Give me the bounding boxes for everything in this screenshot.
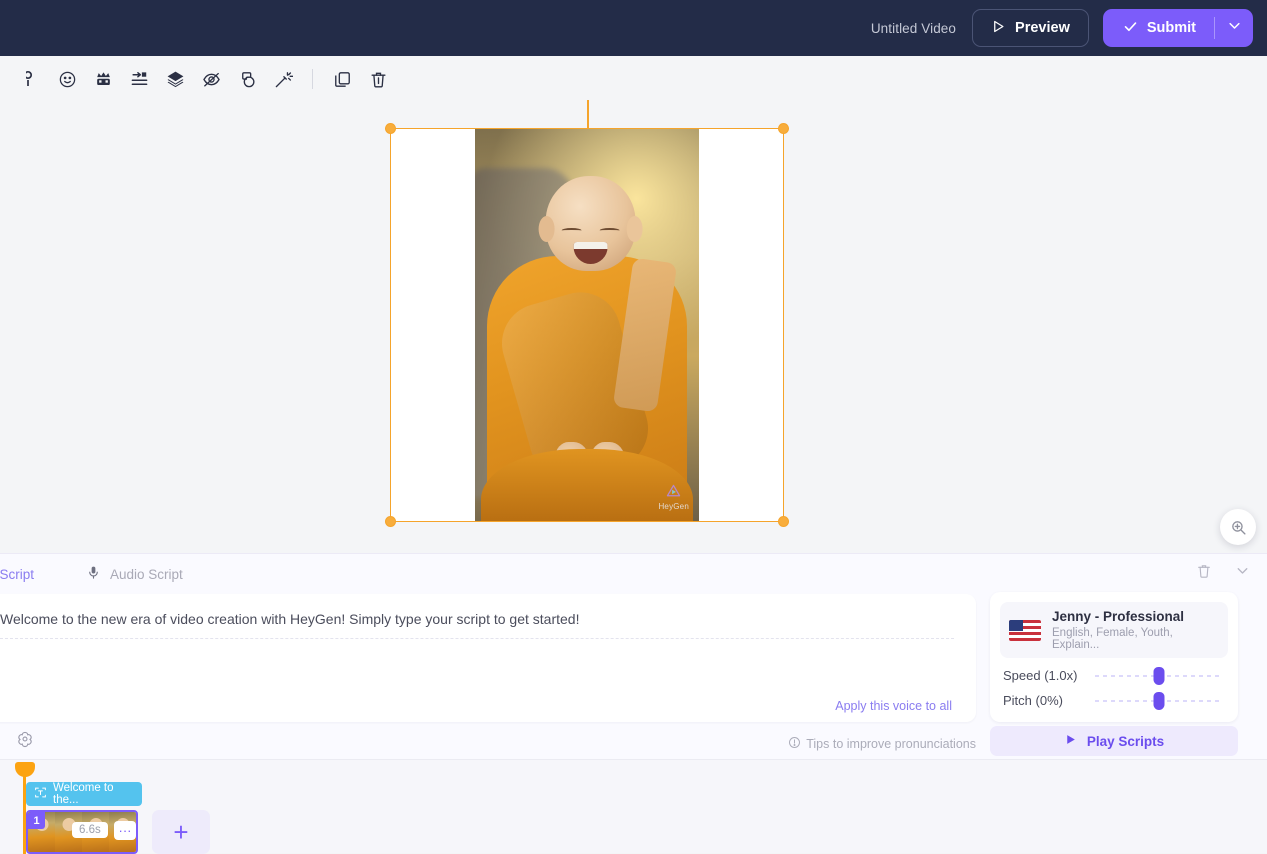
script-tabs: t Script Audio Script (0, 554, 1267, 594)
pitch-slider-thumb[interactable] (1153, 692, 1164, 710)
voice-name: Jenny - Professional (1052, 609, 1219, 624)
delete-icon[interactable] (363, 64, 393, 94)
resize-handle-top-right[interactable] (778, 123, 789, 134)
voice-selector[interactable]: Jenny - Professional English, Female, Yo… (1000, 602, 1228, 658)
ai-assist-icon[interactable] (16, 730, 34, 753)
preview-button[interactable]: Preview (972, 9, 1089, 47)
speed-slider-thumb[interactable] (1153, 667, 1164, 685)
speed-slider-track[interactable] (1095, 675, 1222, 677)
rotation-handle[interactable] (587, 100, 589, 128)
tab-text-script-label: t Script (0, 567, 34, 582)
mouth (574, 242, 608, 264)
partial-tool-icon[interactable] (16, 64, 46, 94)
check-icon (1123, 19, 1138, 38)
right-eye (600, 228, 620, 233)
pronunciation-tips-label: Tips to improve pronunciations (806, 737, 976, 751)
play-icon (1064, 733, 1077, 749)
shapes-icon[interactable] (232, 64, 262, 94)
emoji-icon[interactable] (52, 64, 82, 94)
right-ear (627, 216, 643, 242)
layers-icon[interactable] (160, 64, 190, 94)
element-toolbar (0, 56, 1267, 102)
resize-handle-top-left[interactable] (385, 123, 396, 134)
timeline-text-clip-label: Welcome to the... (53, 782, 142, 806)
timeline-panel[interactable]: Welcome to the... 1 6.6s ··· + (0, 759, 1267, 853)
app-header: Untitled Video Preview Submit (0, 0, 1267, 56)
speed-label: Speed (1.0x) (1003, 668, 1095, 683)
tab-audio-script[interactable]: Audio Script (86, 554, 183, 594)
chevron-down-icon (1227, 18, 1242, 38)
resize-handle-bottom-right[interactable] (778, 516, 789, 527)
timeline-text-clip[interactable]: Welcome to the... (26, 782, 142, 806)
tab-text-script[interactable]: t Script (0, 554, 34, 594)
robe-sash (613, 258, 677, 413)
duplicate-icon[interactable] (327, 64, 357, 94)
scene-more-button[interactable]: ··· (114, 821, 136, 840)
speed-slider-row[interactable]: Speed (1.0x) (1000, 668, 1228, 683)
add-scene-button[interactable]: + (152, 810, 210, 854)
pronunciation-tips-link[interactable]: Tips to improve pronunciations (788, 736, 976, 752)
voice-meta: English, Female, Youth, Explain... (1052, 627, 1219, 651)
avatar-icon[interactable] (88, 64, 118, 94)
monk-head (546, 176, 636, 271)
script-header-tools (1196, 562, 1251, 579)
us-flag-icon (1009, 620, 1041, 641)
submit-button-group[interactable]: Submit (1103, 9, 1253, 47)
pitch-slider-track[interactable] (1095, 700, 1222, 702)
pitch-slider-row[interactable]: Pitch (0%) (1000, 693, 1228, 708)
scene-image-element[interactable]: HeyGen (475, 128, 699, 521)
flag-canton (1009, 620, 1023, 631)
tab-audio-script-label: Audio Script (110, 567, 183, 582)
apply-voice-to-all-link[interactable]: Apply this voice to all (835, 699, 952, 713)
script-input[interactable]: Welcome to the new era of video creation… (0, 609, 954, 629)
collapse-panel-icon[interactable] (1234, 562, 1251, 579)
script-footer: Tips to improve pronunciations (0, 730, 976, 760)
pitch-label: Pitch (0%) (1003, 693, 1095, 708)
scene-duration-label: 6.6s (72, 822, 108, 838)
submit-label: Submit (1147, 20, 1196, 36)
play-scripts-label: Play Scripts (1087, 734, 1164, 749)
info-icon (788, 736, 801, 752)
teeth (574, 242, 608, 249)
document-title: Untitled Video (871, 21, 956, 36)
heygen-watermark: HeyGen (658, 483, 689, 511)
magic-wand-icon[interactable] (268, 64, 298, 94)
voice-settings-card: Jenny - Professional English, Female, Yo… (990, 592, 1238, 722)
script-editor-box[interactable]: Welcome to the new era of video creation… (0, 594, 976, 722)
play-scripts-button[interactable]: Play Scripts (990, 726, 1238, 756)
play-outline-icon (991, 19, 1006, 38)
text-icon (34, 786, 47, 802)
zoom-in-icon[interactable] (1220, 509, 1256, 545)
toolbar-divider (312, 69, 313, 89)
left-ear (539, 216, 555, 242)
submit-button[interactable]: Submit (1103, 9, 1214, 47)
heygen-logo-icon (665, 483, 682, 500)
watermark-label: HeyGen (658, 502, 689, 511)
scene-number-badge: 1 (28, 812, 45, 829)
trash-icon[interactable] (1196, 563, 1212, 579)
align-icon[interactable] (124, 64, 154, 94)
preview-label: Preview (1015, 20, 1070, 36)
hide-icon[interactable] (196, 64, 226, 94)
submit-dropdown-toggle[interactable] (1215, 9, 1253, 47)
script-underline (0, 638, 954, 639)
resize-handle-bottom-left[interactable] (385, 516, 396, 527)
left-eye (562, 228, 582, 233)
microphone-icon (86, 564, 101, 584)
